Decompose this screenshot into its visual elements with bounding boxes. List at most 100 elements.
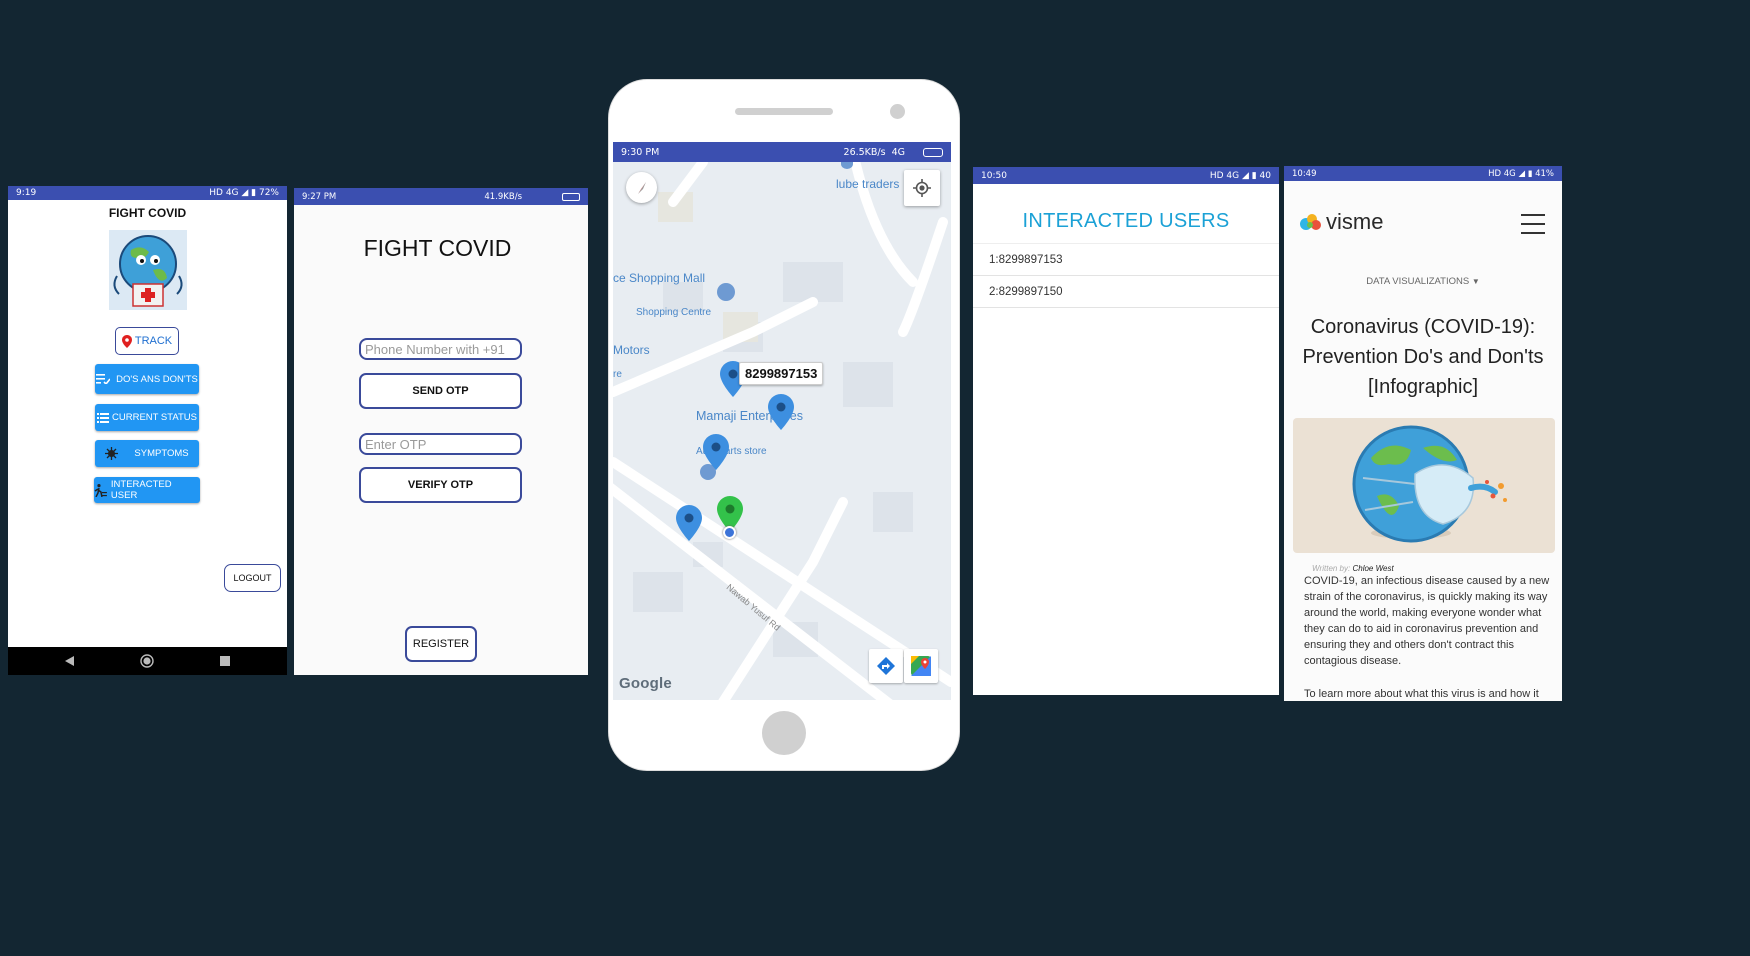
otp-input[interactable]: Enter OTP: [359, 433, 522, 455]
user-pin-icon[interactable]: [768, 394, 794, 430]
register-button[interactable]: REGISTER: [405, 626, 477, 662]
status-indicators: HD 4G ◢ ▮ 40: [1209, 170, 1271, 181]
status-bar: 9:27 PM 41.9KB/s: [294, 188, 588, 205]
interacted-label: INTERACTED USER: [110, 479, 172, 501]
location-pin-icon: [121, 334, 132, 348]
compass-icon: [637, 181, 646, 194]
otp-placeholder: Enter OTP: [365, 436, 427, 452]
user-phone: 1:8299897153: [989, 253, 1063, 266]
dos-label: DO'S ANS DON'TS: [116, 373, 198, 385]
checklist-icon: [96, 374, 111, 384]
globe-with-mask-illustration: [1352, 425, 1507, 543]
byline-prefix: Written by:: [1312, 564, 1351, 573]
crosshair-icon: [913, 179, 931, 197]
visme-logo-icon: [1300, 214, 1321, 230]
page-title: INTERACTED USERS: [1022, 210, 1230, 232]
home-nav-icon[interactable]: [140, 654, 154, 668]
directions-button[interactable]: [869, 649, 903, 683]
status-time: 10:49: [1292, 168, 1317, 179]
article-body: COVID-19, an infectious disease caused b…: [1304, 575, 1550, 667]
status-bar: 9:19 HD 4G ◢ ▮ 72%: [8, 186, 287, 200]
google-logo-text: Google: [619, 675, 672, 692]
list-item[interactable]: 2:8299897150: [973, 276, 1279, 308]
callout-phone: 8299897153: [745, 366, 818, 381]
covid-globe-illustration: [109, 230, 187, 310]
logout-button[interactable]: LOGOUT: [224, 564, 281, 592]
author-name[interactable]: Chloe West: [1352, 564, 1393, 573]
status-speed: 41.9KB/s: [484, 191, 522, 202]
article-body-continued: To learn more about what this virus is a…: [1304, 688, 1539, 700]
caret-down-icon: ▼: [1471, 277, 1480, 286]
label-shopping-centre: Shopping Centre: [636, 307, 712, 318]
label-motors: Motors: [613, 343, 650, 357]
home-screen: 9:19 HD 4G ◢ ▮ 72% FIGHT COVID TRACK DO'…: [8, 186, 287, 675]
phone-home-button[interactable]: [762, 711, 806, 755]
phone-number-input[interactable]: Phone Number with +91: [359, 338, 522, 360]
map-screen: 9:30 PM 26.5KB/s 4G lube traders ce Shop…: [613, 142, 951, 700]
label-shopping-mall: ce Shopping Mall: [613, 271, 706, 285]
google-logo: Google: [619, 675, 672, 692]
verify-otp-button[interactable]: VERIFY OTP: [359, 467, 522, 503]
verify-otp-label: VERIFY OTP: [407, 479, 474, 491]
category-label: DATA VISUALIZATIONS: [1366, 276, 1470, 287]
battery-icon: [923, 147, 943, 157]
article-screen: 10:49 HD 4G ◢ ▮ 41% visme DATA VISUALIZA…: [1284, 166, 1562, 701]
article-title: Coronavirus (COVID-19): Prevention Do's …: [1302, 316, 1544, 398]
list-icon: [97, 412, 109, 423]
status-time: 9:19: [16, 188, 37, 198]
user-pin-icon[interactable]: [676, 505, 702, 541]
hamburger-menu-icon[interactable]: [1521, 214, 1545, 234]
category-dropdown[interactable]: DATA VISUALIZATIONS ▼: [1284, 276, 1562, 287]
user-pin-icon[interactable]: [703, 434, 729, 470]
status-time: 9:30 PM: [621, 146, 660, 158]
symptoms-button[interactable]: SYMPTOMS: [95, 440, 199, 467]
login-screen: 9:27 PM 41.9KB/s FIGHT COVID Phone Numbe…: [294, 188, 588, 675]
status-speed: 26.5KB/s: [843, 146, 886, 158]
status-network: 4G: [891, 146, 905, 158]
visme-logo[interactable]: visme: [1300, 209, 1383, 235]
status-time: 10:50: [981, 170, 1007, 181]
phone-placeholder: Phone Number with +91: [365, 341, 505, 357]
open-maps-button[interactable]: [904, 649, 938, 683]
google-maps-icon: [911, 656, 931, 676]
my-location-dot: [723, 526, 736, 539]
user-phone: 2:8299897150: [989, 285, 1063, 298]
send-otp-button[interactable]: SEND OTP: [359, 373, 522, 409]
dos-and-donts-button[interactable]: DO'S ANS DON'TS: [95, 364, 199, 394]
battery-icon: [562, 192, 580, 201]
current-status-button[interactable]: CURRENT STATUS: [95, 404, 199, 431]
symptoms-label: SYMPTOMS: [134, 448, 189, 459]
status-label: CURRENT STATUS: [112, 412, 197, 423]
back-nav-icon[interactable]: [65, 656, 75, 666]
status-indicators: HD 4G ◢ ▮ 41%: [1488, 168, 1554, 179]
brand-name: visme: [1326, 209, 1384, 234]
status-indicators: HD 4G ◢ ▮ 72%: [209, 188, 279, 198]
logout-label: LOGOUT: [233, 573, 272, 583]
pin-callout[interactable]: 8299897153: [739, 362, 824, 385]
phone-speaker: [735, 108, 833, 115]
recents-nav-icon[interactable]: [220, 656, 230, 666]
android-nav-bar: [8, 647, 287, 675]
hero-image: [1293, 418, 1555, 553]
my-location-button[interactable]: [904, 170, 940, 206]
track-label: TRACK: [134, 335, 173, 347]
label-re: re: [613, 369, 622, 380]
phone-camera: [890, 104, 905, 119]
map-roads: [613, 162, 951, 700]
status-bar: 9:30 PM 26.5KB/s 4G: [613, 142, 951, 162]
virus-icon: [105, 447, 119, 460]
app-title: FIGHT COVID: [108, 206, 187, 220]
send-otp-label: SEND OTP: [412, 385, 469, 397]
label-lube-traders: lube traders: [836, 177, 900, 191]
interacted-user-button[interactable]: INTERACTED USER: [94, 477, 200, 503]
status-bar: 10:49 HD 4G ◢ ▮ 41%: [1284, 166, 1562, 181]
status-time: 9:27 PM: [302, 191, 337, 202]
shopping-poi-icon[interactable]: [717, 283, 735, 301]
app-title: FIGHT COVID: [363, 235, 512, 261]
byline: Written by: Chloe West: [1312, 564, 1394, 573]
track-button[interactable]: TRACK: [115, 327, 179, 355]
compass-button[interactable]: [626, 172, 657, 203]
walking-person-icon: [94, 483, 107, 497]
register-label: REGISTER: [412, 638, 470, 650]
list-item[interactable]: 1:8299897153: [973, 243, 1279, 276]
